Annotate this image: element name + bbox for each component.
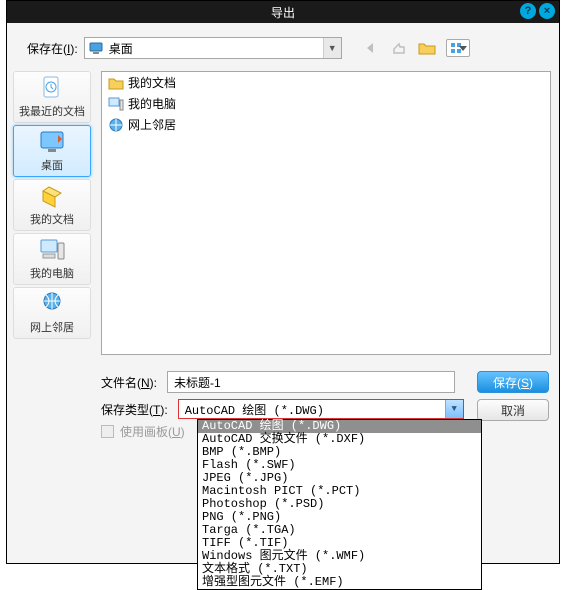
cancel-button[interactable]: 取消: [477, 399, 549, 421]
close-button[interactable]: ×: [539, 3, 555, 19]
network-icon: [38, 291, 66, 317]
dialog-content: 保存在(I): 桌面 ▼: [7, 23, 559, 563]
filetype-label: 保存类型(T):: [101, 401, 168, 418]
list-item[interactable]: 网上邻居: [102, 114, 550, 135]
back-icon[interactable]: [362, 39, 380, 57]
save-in-value: 桌面: [107, 40, 323, 57]
sidebar-item-computer[interactable]: 我的电脑: [13, 233, 91, 285]
help-button[interactable]: ?: [520, 3, 536, 19]
filename-input[interactable]: [167, 371, 455, 393]
use-artboards-checkbox: [101, 425, 114, 438]
desktop-large-icon: [38, 129, 66, 155]
sidebar-item-desktop[interactable]: 桌面: [13, 125, 91, 177]
folder-icon: [108, 75, 124, 91]
view-menu-button[interactable]: [446, 39, 470, 57]
titlebar: 导出 ? ×: [7, 1, 559, 23]
dialog-title: 导出: [271, 4, 295, 21]
desktop-icon: [89, 41, 103, 55]
computer-small-icon: [108, 96, 124, 112]
chevron-down-icon: ▼: [323, 38, 341, 58]
file-list-panel[interactable]: 我的文档 我的电脑 网上邻居: [101, 71, 551, 355]
filetype-dropdown-list[interactable]: AutoCAD 绘图 (*.DWG)AutoCAD 交换文件 (*.DXF)BM…: [197, 419, 482, 590]
save-button[interactable]: 保存(S): [477, 371, 549, 393]
chevron-down-icon: ▼: [445, 400, 463, 418]
list-item[interactable]: 我的电脑: [102, 93, 550, 114]
save-in-label: 保存在(I):: [27, 40, 78, 57]
sidebar-item-documents[interactable]: 我的文档: [13, 179, 91, 231]
filetype-value: AutoCAD 绘图 (*.DWG): [179, 401, 445, 418]
save-in-combo[interactable]: 桌面 ▼: [84, 37, 342, 59]
up-one-level-icon[interactable]: [390, 39, 408, 57]
use-artboards-label: 使用画板(U): [120, 423, 185, 440]
documents-icon: [38, 183, 66, 209]
new-folder-icon[interactable]: [418, 39, 436, 57]
filetype-combo[interactable]: AutoCAD 绘图 (*.DWG) ▼: [178, 399, 464, 419]
filetype-option[interactable]: 增强型图元文件 (*.EMF): [198, 576, 481, 589]
export-dialog: 导出 ? × 保存在(I): 桌面 ▼: [6, 0, 560, 564]
sidebar-item-network[interactable]: 网上邻居: [13, 287, 91, 339]
list-item[interactable]: 我的文档: [102, 72, 550, 93]
filename-label: 文件名(N):: [101, 374, 157, 391]
sidebar-item-recent[interactable]: 我最近的文档: [13, 71, 91, 123]
computer-icon: [38, 237, 66, 263]
recent-docs-icon: [38, 75, 66, 101]
places-sidebar: 我最近的文档 桌面 我的文档 我的电脑: [13, 71, 95, 341]
network-small-icon: [108, 117, 124, 133]
